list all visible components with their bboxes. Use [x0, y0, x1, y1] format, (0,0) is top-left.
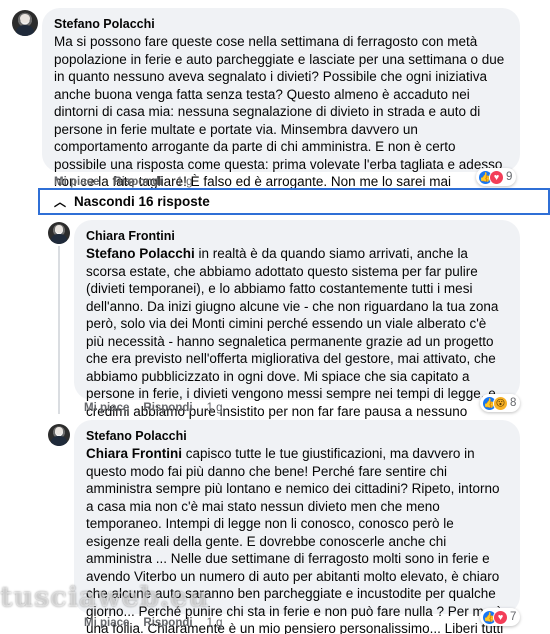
reactions-summary[interactable]: 👍 ♥ 7 — [480, 608, 521, 626]
comment-author[interactable]: Stefano Polacchi — [54, 16, 508, 32]
thread-line — [58, 246, 60, 414]
comment-bubble: Stefano Polacchi Ma si possono fare ques… — [42, 8, 520, 207]
avatar-chiara-frontini[interactable] — [48, 222, 70, 244]
hide-replies-button[interactable]: ︿ Nascondi 16 risposte — [38, 188, 550, 215]
comment-actions: Mi piace Rispondi 1 g — [54, 176, 193, 188]
love-icon: ♥ — [493, 609, 508, 625]
watermark: tusciaweb.eu — [0, 582, 210, 613]
love-icon: ♥ — [489, 169, 504, 185]
reaction-count: 8 — [510, 397, 517, 409]
mention-link[interactable]: Stefano Polacchi — [86, 246, 195, 261]
reply-actions: Mi piace Rispondi 1 g — [84, 617, 223, 629]
comment-timestamp[interactable]: 1 g — [177, 176, 193, 188]
reply-timestamp[interactable]: 1 g — [207, 617, 223, 629]
mention-link[interactable]: Chiara Frontini — [86, 446, 182, 461]
reply-author[interactable]: Stefano Polacchi — [86, 428, 508, 444]
like-button[interactable]: Mi piace — [84, 402, 129, 414]
reactions-summary[interactable]: 👍 ♥ 9 — [476, 168, 517, 186]
reaction-count: 7 — [510, 611, 517, 623]
reaction-count: 9 — [506, 171, 513, 183]
reply-button[interactable]: Rispondi — [143, 402, 192, 414]
reply-timestamp[interactable]: 1 g — [207, 402, 223, 414]
hide-replies-label: Nascondi 16 risposte — [74, 194, 210, 209]
reactions-summary[interactable]: 👍 😮 8 — [480, 394, 521, 412]
reply-actions: Mi piace Rispondi 1 g — [84, 402, 223, 414]
chevron-up-icon: ︿ — [54, 195, 67, 209]
reply-author[interactable]: Chiara Frontini — [86, 228, 508, 244]
reply-bubble: Chiara Frontini Stefano Polacchi in real… — [74, 220, 520, 454]
avatar-stefano-polacchi[interactable] — [48, 424, 70, 446]
reply-button[interactable]: Rispondi — [143, 617, 192, 629]
wow-icon: 😮 — [493, 395, 508, 411]
like-button[interactable]: Mi piace — [54, 176, 99, 188]
avatar-stefano-polacchi[interactable] — [12, 10, 38, 36]
reply-button[interactable]: Rispondi — [113, 176, 162, 188]
like-button[interactable]: Mi piace — [84, 617, 129, 629]
